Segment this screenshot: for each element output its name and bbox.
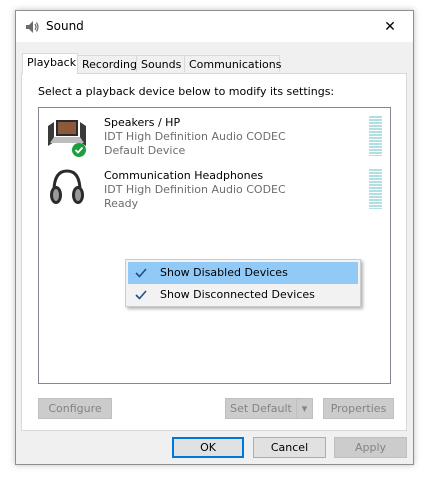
checkmark-icon [135, 290, 147, 300]
close-icon: ✕ [384, 18, 396, 35]
tab-communications[interactable]: Communications [184, 55, 282, 72]
apply-button[interactable]: Apply [334, 437, 407, 458]
menu-item-show-disabled[interactable]: Show Disabled Devices [128, 262, 358, 284]
menu-item-label: Show Disconnected Devices [160, 288, 315, 301]
apply-label: Apply [354, 441, 387, 454]
tab-label: Recording [82, 58, 138, 71]
device-status: Default Device [104, 144, 186, 157]
volume-meter [369, 169, 382, 209]
playback-panel: Select a playback device below to modify… [21, 73, 407, 431]
tab-label: Communications [189, 58, 282, 71]
window-title: Sound [46, 19, 84, 33]
speakers-laptop-icon [48, 120, 86, 157]
set-default-label: Set Default [230, 402, 292, 415]
tab-recording[interactable]: Recording [77, 55, 137, 72]
chevron-down-icon: ▾ [301, 402, 308, 415]
checkmark-badge-icon [72, 143, 86, 157]
device-name: Communication Headphones [104, 169, 264, 182]
cancel-button[interactable]: Cancel [253, 437, 326, 458]
device-driver: IDT High Definition Audio CODEC [104, 130, 286, 143]
volume-meter [369, 116, 382, 156]
ok-button[interactable]: OK [172, 437, 244, 458]
configure-label: Configure [48, 402, 102, 415]
checkmark-icon [135, 268, 147, 278]
close-button[interactable]: ✕ [367, 11, 413, 42]
device-name: Speakers / HP [104, 116, 181, 129]
set-default-button[interactable]: Set Default [225, 398, 297, 419]
configure-button[interactable]: Configure [38, 398, 112, 419]
device-item-headphones[interactable]: Communication Headphones IDT High Defini… [39, 163, 390, 213]
device-status: Ready [104, 197, 139, 210]
context-menu: Show Disabled Devices Show Disconnected … [125, 259, 361, 307]
cancel-label: Cancel [270, 441, 309, 454]
tab-playback[interactable]: Playback [22, 53, 78, 74]
sound-dialog: Sound ✕ Playback Recording Sounds Commun… [15, 10, 414, 465]
ok-label: OK [200, 441, 216, 454]
headphones-icon [50, 169, 84, 204]
properties-label: Properties [330, 402, 387, 415]
tab-label: Playback [27, 56, 77, 69]
menu-item-label: Show Disabled Devices [160, 266, 288, 279]
device-driver: IDT High Definition Audio CODEC [104, 183, 286, 196]
set-default-dropdown-button[interactable]: ▾ [296, 398, 313, 419]
instruction-text: Select a playback device below to modify… [38, 85, 335, 98]
properties-button[interactable]: Properties [323, 398, 394, 419]
device-item-speakers[interactable]: Speakers / HP IDT High Definition Audio … [39, 110, 390, 160]
speaker-icon [26, 21, 39, 33]
title-bar[interactable]: Sound ✕ [16, 11, 413, 42]
tab-sounds[interactable]: Sounds [136, 55, 185, 72]
menu-item-show-disconnected[interactable]: Show Disconnected Devices [128, 284, 358, 306]
device-list[interactable]: Speakers / HP IDT High Definition Audio … [38, 107, 391, 384]
tab-label: Sounds [141, 58, 182, 71]
